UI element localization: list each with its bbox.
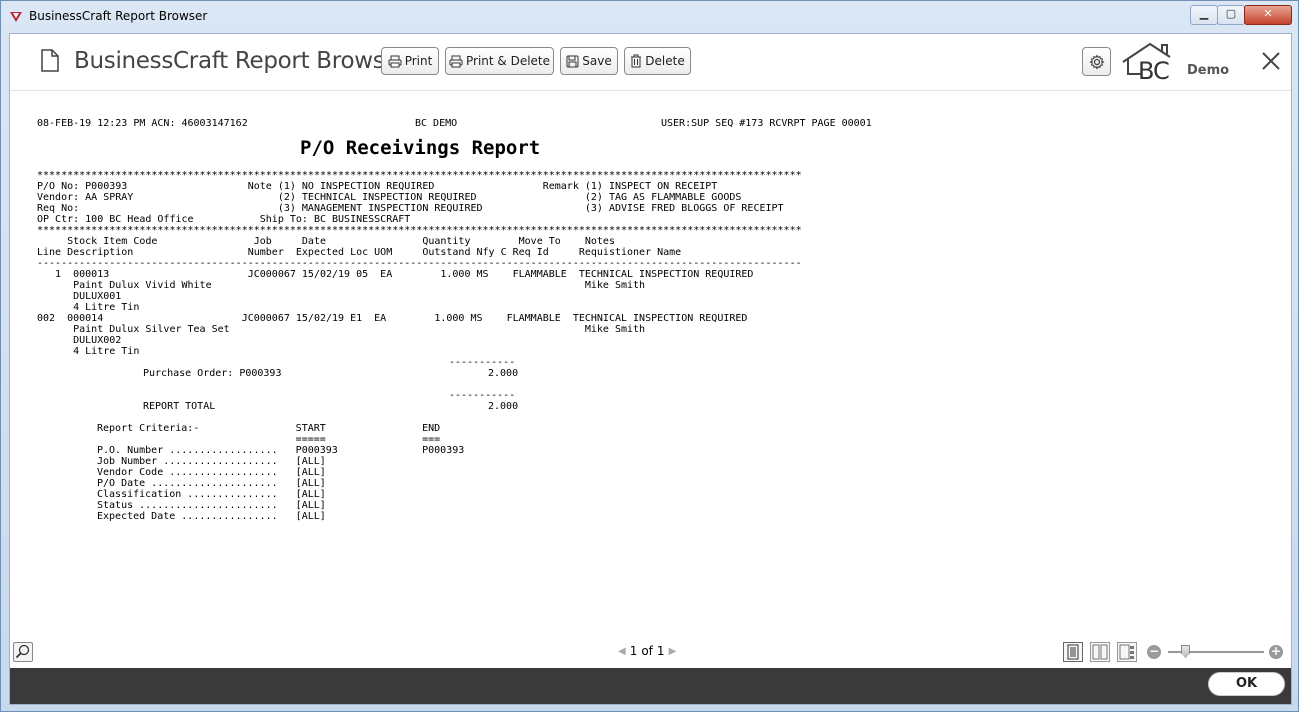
gear-icon [1088, 53, 1105, 70]
page-navigator: ◀ 1 of 1 ▶ [618, 644, 676, 658]
criteria-line: Vendor Code .................. [ALL] [97, 467, 326, 478]
report-info-line: Req No: (3) MANAGEMENT INSPECTION REQUIR… [37, 203, 784, 214]
printer-icon [388, 55, 402, 67]
print-label: Print [404, 54, 433, 68]
column-header-line: Stock Item Code Job Date Quantity Move T… [37, 236, 615, 247]
zoom-slider-thumb[interactable] [1181, 645, 1190, 658]
column-header-line: Line Description Number Expected Loc UOM… [37, 247, 682, 258]
criteria-line: P.O. Number .................. P000393 P… [97, 445, 465, 456]
criteria-line: ===== === [97, 434, 441, 445]
report-header-company: BC DEMO [415, 118, 458, 129]
criteria-line: P/O Date ..................... [ALL] [97, 478, 326, 489]
footer-bar: OK [10, 668, 1291, 704]
criteria-line: Report Criteria:- START END [97, 423, 441, 434]
report-header-left: 08-FEB-19 12:23 PM ACN: 46003147162 [37, 118, 248, 129]
print-delete-label: Print & Delete [465, 54, 551, 68]
po-total-value: 2.000 [488, 368, 519, 379]
print-button[interactable]: Print [381, 47, 439, 75]
app-header: BusinessCraft Report Browser Print Print… [10, 34, 1291, 91]
prev-page-icon[interactable]: ◀ [618, 646, 626, 657]
page-current: 1 [629, 644, 638, 658]
criteria-line: Classification ............... [ALL] [97, 489, 326, 500]
report-total-value: 2.000 [488, 401, 519, 412]
logo-text: BC [1138, 57, 1169, 84]
detail-line: DULUX002 [37, 335, 122, 346]
detail-line: Paint Dulux Vivid White Mike Smith [37, 280, 646, 291]
report-info-line: P/O No: P000393 Note (1) NO INSPECTION R… [37, 181, 718, 192]
criteria-line: Expected Date ................ [ALL] [97, 511, 326, 522]
two-page-view-button[interactable] [1090, 642, 1110, 662]
delete-button[interactable]: Delete [624, 47, 691, 75]
page-of-label: of [641, 644, 653, 658]
detail-line: DULUX001 [37, 291, 122, 302]
report-total-label: REPORT TOTAL [143, 401, 216, 412]
zoom-in-icon[interactable]: + [1269, 645, 1283, 659]
detail-line: 002 000014 JC000067 15/02/19 E1 EA 1.000… [37, 313, 748, 324]
report-rule-dash: ----------------------------------------… [37, 258, 802, 269]
detail-line: Paint Dulux Silver Tea Set Mike Smith [37, 324, 646, 335]
detail-line: 4 Litre Tin [37, 302, 140, 313]
report-header-right: USER:SUP SEQ #173 RCVRPT PAGE 00001 [661, 118, 872, 129]
report-rule-stars: ****************************************… [37, 225, 802, 236]
report-info-line: Vendor: AA SPRAY (2) TECHNICAL INSPECTIO… [37, 192, 742, 203]
magnifier-icon [15, 644, 30, 659]
zoom-out-icon[interactable]: − [1147, 645, 1161, 659]
app-window: BusinessCraft Report Browser ▁ ▢ ✕ Busin… [0, 0, 1299, 712]
page-thumbnail-icon [1119, 644, 1134, 660]
print-delete-button[interactable]: Print & Delete [445, 47, 554, 75]
two-page-icon [1092, 644, 1108, 660]
report-page: 08-FEB-19 12:23 PM ACN: 46003147162 BC D… [10, 91, 1291, 636]
ok-button[interactable]: OK [1208, 672, 1285, 696]
single-page-view-button[interactable] [1063, 642, 1083, 662]
app-logo-icon [9, 10, 23, 24]
single-page-icon [1067, 644, 1079, 660]
window-title: BusinessCraft Report Browser [29, 9, 208, 23]
report-info-line: OP Ctr: 100 BC Head Office Ship To: BC B… [37, 214, 411, 225]
save-button[interactable]: Save [560, 47, 618, 75]
window-close-button[interactable]: ✕ [1244, 5, 1292, 25]
criteria-line: Job Number ................... [ALL] [97, 456, 326, 467]
next-page-icon[interactable]: ▶ [669, 646, 677, 657]
close-icon[interactable] [1258, 48, 1284, 74]
trash-icon [631, 54, 642, 68]
window-minimize-button[interactable]: ▁ [1190, 5, 1218, 25]
subtotal-rule: ----------- [449, 357, 516, 368]
detail-line: 1 000013 JC000067 15/02/19 05 EA 1.000 M… [37, 269, 754, 280]
floppy-disk-icon [566, 55, 579, 67]
window-titlebar: BusinessCraft Report Browser ▁ ▢ ✕ [1, 1, 1298, 33]
window-maximize-button[interactable]: ▢ [1217, 5, 1245, 25]
thumbnail-view-button[interactable] [1117, 642, 1137, 662]
criteria-line: Status ....................... [ALL] [97, 500, 326, 511]
search-button[interactable] [13, 642, 33, 662]
report-rule-stars: ****************************************… [37, 170, 802, 181]
save-label: Save [582, 54, 612, 68]
subtotal-rule: ----------- [449, 390, 516, 401]
page-total: 1 [656, 644, 665, 658]
report-title: P/O Receivings Report [300, 137, 541, 159]
logo-demo-label: Demo [1187, 63, 1230, 78]
detail-line: 4 Litre Tin [37, 346, 140, 357]
printer-icon [449, 55, 463, 67]
document-icon [41, 49, 59, 72]
page-title: BusinessCraft Report Browser [74, 48, 408, 74]
po-total-label: Purchase Order: P000393 [143, 368, 282, 379]
settings-button[interactable] [1082, 47, 1111, 76]
client-area: BusinessCraft Report Browser Print Print… [9, 33, 1292, 705]
delete-label: Delete [645, 54, 685, 68]
